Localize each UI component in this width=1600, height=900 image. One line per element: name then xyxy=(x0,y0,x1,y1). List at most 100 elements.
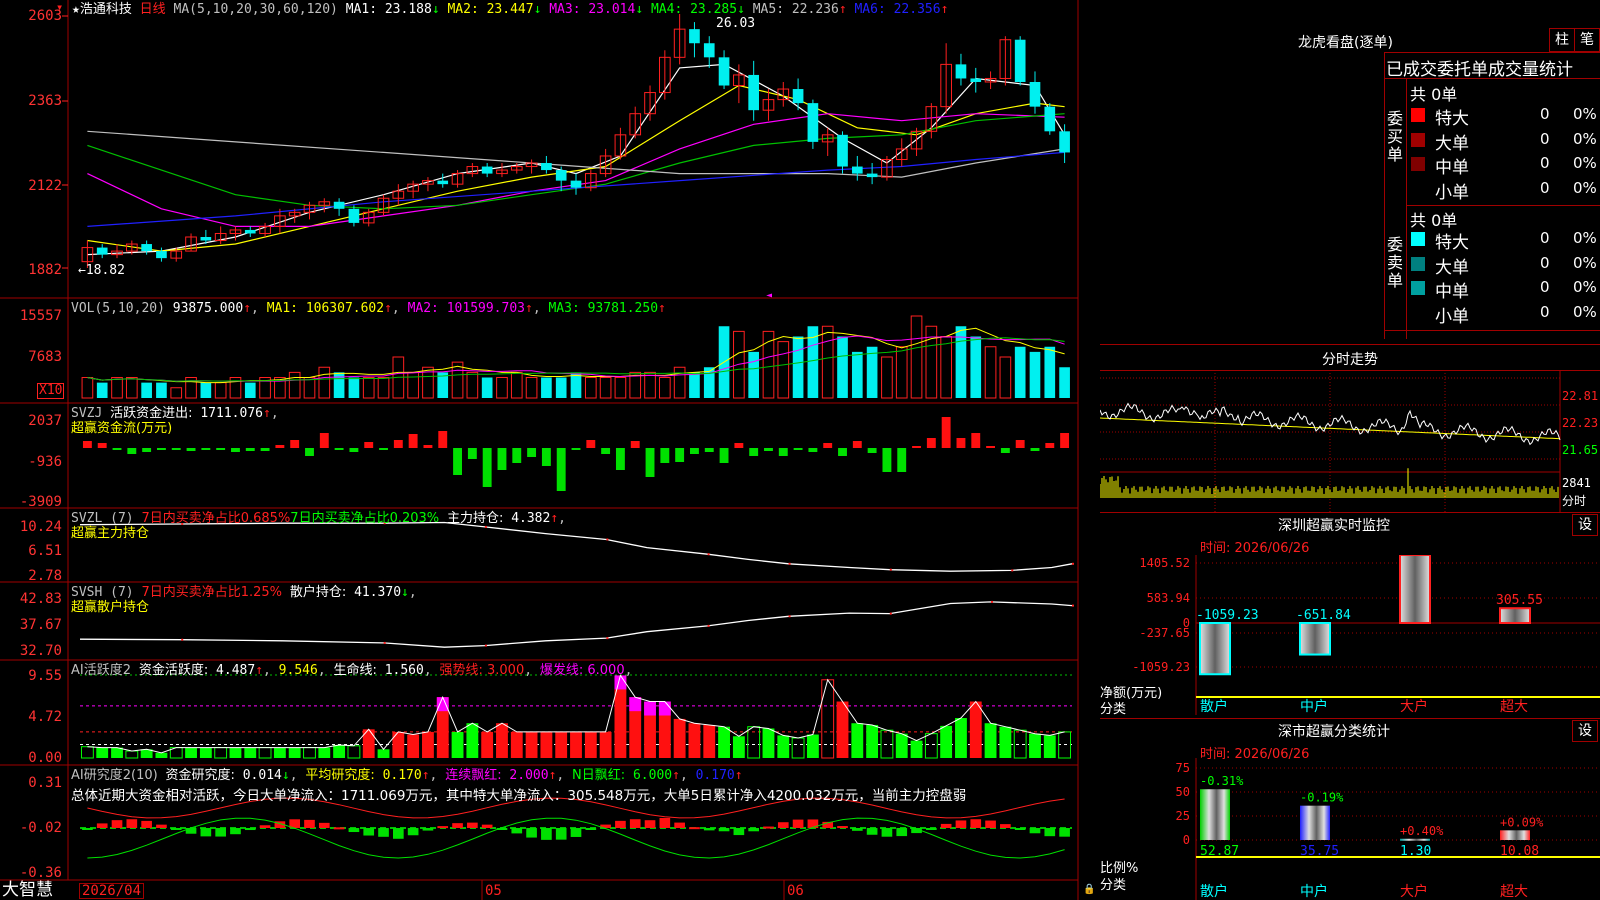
candle-body xyxy=(481,166,493,174)
size-swatch xyxy=(1411,232,1425,246)
svzj-bar xyxy=(319,433,329,448)
ai2-bar xyxy=(126,819,138,828)
volume-bar xyxy=(984,346,997,399)
cursor-marker-icon: ◄ xyxy=(766,290,772,301)
svsh-line-dot xyxy=(484,644,487,647)
candle-body xyxy=(348,208,360,223)
row-name: 小单 xyxy=(1435,182,1469,203)
ai2-bar xyxy=(259,825,271,828)
ai2-bar xyxy=(170,828,182,830)
candle-body xyxy=(437,180,449,185)
ai1-bar xyxy=(570,731,582,758)
svzj-bar xyxy=(245,448,255,451)
stock-title[interactable]: 浩通科技 xyxy=(80,2,132,17)
ai1-bar xyxy=(999,726,1012,758)
chart-area[interactable]: ◄ xyxy=(0,0,1100,900)
tab-filled[interactable]: 已成交 xyxy=(1386,55,1437,80)
volume-bar xyxy=(792,336,804,398)
ai1-bar xyxy=(288,747,301,758)
stats-category: 大户 xyxy=(1400,883,1428,900)
ai2-bar xyxy=(644,820,656,828)
ai2-bar xyxy=(511,828,523,834)
svzj-bar xyxy=(334,448,344,450)
svzj-bar xyxy=(497,448,507,470)
svzj-bar xyxy=(97,443,107,448)
ai2-bar xyxy=(851,828,863,831)
ai1-bar xyxy=(214,747,228,759)
ai1-bar xyxy=(599,731,612,758)
intraday-vol-unit: 分时 xyxy=(1562,494,1587,508)
intraday-ytick: 22.81 xyxy=(1562,389,1599,403)
tab-volume-stats[interactable]: 成交量统计 xyxy=(1488,55,1573,80)
ai2-bar xyxy=(422,828,434,831)
ai1-bar xyxy=(80,746,94,759)
row-count: 0 xyxy=(1540,129,1550,148)
svzj-bar xyxy=(1060,433,1070,448)
intraday-ytick: 21.65 xyxy=(1562,443,1599,457)
tab-orders[interactable]: 委托单 xyxy=(1437,55,1488,80)
row-name: 特大 xyxy=(1435,233,1469,253)
ai1-burst-cap xyxy=(629,697,642,712)
ai1-bar xyxy=(673,718,686,758)
stats-chart[interactable]: 75 50 25 0 -0.31% 52.87 散户 -0.19% 35.75 中户 +0.40% 1… xyxy=(1100,758,1600,900)
row-count: 0 xyxy=(1540,302,1550,321)
vol-value: 93875.000 xyxy=(172,301,244,316)
monitor-category: 散户 xyxy=(1200,698,1228,715)
volume-bar xyxy=(689,372,700,398)
svzj-bar xyxy=(675,448,685,462)
volume-bars xyxy=(81,315,1070,399)
ai1-bar xyxy=(347,745,361,759)
volume-bar xyxy=(496,377,508,399)
monitor-category: 大户 xyxy=(1400,698,1428,715)
svzj-bar xyxy=(142,448,152,452)
volume-bar xyxy=(940,336,952,399)
lock-icon[interactable]: 🔒 xyxy=(1083,884,1095,895)
monitor-bar-rect xyxy=(1199,622,1231,676)
candle-body xyxy=(955,64,967,79)
volume-bar xyxy=(303,377,316,399)
volume-bar xyxy=(156,382,167,398)
ai1-value: 4.487 xyxy=(216,663,256,678)
ma5-value: MA5: 22.236 xyxy=(752,2,839,17)
intraday-title: 分时走势 xyxy=(1322,352,1378,368)
svsh-ytick: 37.67 xyxy=(19,617,62,633)
monitor-ytick: 1405.52 xyxy=(1139,556,1190,570)
volume-bar xyxy=(570,372,582,398)
ai1-bar xyxy=(407,734,420,758)
ai2-bar xyxy=(748,828,760,832)
vol-ma1: MA1: 106307.602 xyxy=(266,301,385,316)
volume-bar xyxy=(318,366,331,399)
price-ytick: 2603 xyxy=(28,8,62,24)
monitor-bar-label: -1059.23 xyxy=(1196,608,1259,623)
stats-settings-button[interactable]: 设 xyxy=(1572,720,1598,742)
ma3-value: MA3: 23.014 xyxy=(549,2,636,17)
ai2-bar xyxy=(437,826,449,829)
ai2-bar xyxy=(1014,828,1026,830)
monitor-category: 中户 xyxy=(1300,698,1328,715)
svzj-bar xyxy=(171,448,181,450)
ai1-bar xyxy=(525,731,538,758)
monitor-settings-button[interactable]: 设 xyxy=(1572,514,1598,536)
candle-body xyxy=(792,89,804,104)
svzj-bar xyxy=(852,441,862,448)
bar-mode-button[interactable]: 柱 xyxy=(1549,28,1575,52)
candle-body xyxy=(156,251,167,259)
stats-xlabel: 分类 xyxy=(1100,878,1127,893)
intraday-chart[interactable] xyxy=(1100,370,1600,512)
monitor-chart[interactable]: 1405.52583.940-237.65-1059.23-1059.23散户-… xyxy=(1100,555,1600,715)
period-label[interactable]: 日线 xyxy=(140,2,166,17)
ai1-burst-cap xyxy=(436,697,449,712)
ai2-red: 2.000 xyxy=(509,768,549,783)
tick-mode-button[interactable]: 笔 xyxy=(1574,28,1600,52)
svsh-info: 7日内买卖净占比1.25% xyxy=(141,585,283,600)
svzl-value: 4.382 xyxy=(511,511,551,526)
ai1-bar xyxy=(111,747,123,758)
svzj-bar xyxy=(986,446,996,448)
ai2-bar xyxy=(111,820,123,828)
ai1-bar xyxy=(1029,733,1041,758)
candle-body xyxy=(748,74,760,111)
svzl-line-dot xyxy=(889,568,892,571)
ai2-bar xyxy=(866,828,878,835)
size-swatch xyxy=(1411,132,1425,147)
ai2-bar xyxy=(955,820,967,828)
